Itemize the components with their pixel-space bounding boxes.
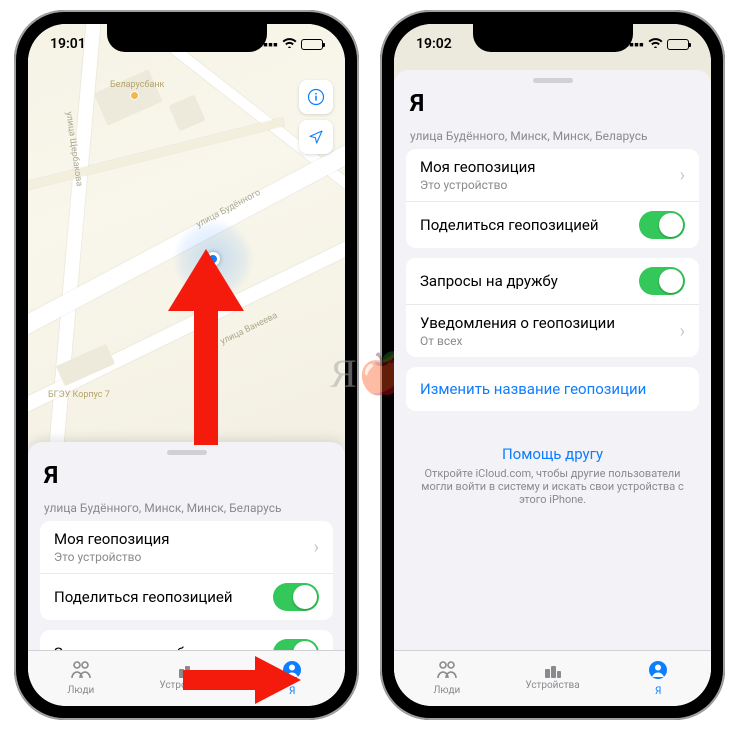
battery-icon	[301, 39, 323, 50]
notch	[107, 24, 267, 52]
screen-right: 19:02 ▪▪▪▪ Я улица Будённого, Минск, Мин…	[394, 24, 711, 706]
tab-devices[interactable]: Устройства	[500, 651, 606, 706]
status-time: 19:02	[416, 36, 452, 52]
settings-card-2: Запросы на дружбу Уведомления о геопозиц…	[406, 258, 699, 357]
settings-card-3: Изменить название геопозиции	[406, 367, 699, 411]
tab-bar: Люди Устройства Я	[394, 650, 711, 706]
map-recenter-button[interactable]	[299, 120, 333, 154]
me-bottom-sheet[interactable]: Я улица Будённого, Минск, Минск, Беларус…	[28, 442, 345, 650]
chevron-right-icon: ›	[680, 321, 685, 342]
tab-label: Я	[655, 686, 661, 697]
phone-right: 19:02 ▪▪▪▪ Я улица Будённого, Минск, Мин…	[380, 10, 725, 720]
share-location-toggle[interactable]	[639, 211, 685, 239]
poi-bank[interactable]	[131, 92, 138, 99]
row-label: Изменить название геопозиции	[420, 380, 646, 398]
me-full-sheet[interactable]: Я улица Будённого, Минск, Минск, Беларус…	[394, 70, 711, 650]
row-friend-requests[interactable]: Запросы на дружбу	[406, 258, 699, 304]
sheet-title: Я	[28, 459, 345, 491]
phone-left: 19:01 ▪▪▪▪ Беларусбанк улица Будённого у…	[14, 10, 359, 720]
row-sub: От всех	[420, 334, 615, 348]
row-label: Поделиться геопозицией	[420, 216, 599, 234]
tab-people[interactable]: Люди	[394, 651, 500, 706]
row-label: Запросы на дружбу	[420, 272, 558, 290]
help-friend-section[interactable]: Помощь другу Откройте iCloud.com, чтобы …	[394, 429, 711, 522]
row-my-location[interactable]: Моя геопозиция Это устройство ›	[406, 149, 699, 201]
row-label: Поделиться геопозицией	[54, 588, 233, 606]
screen-left: 19:01 ▪▪▪▪ Беларусбанк улица Будённого у…	[28, 24, 345, 706]
people-icon	[435, 661, 459, 683]
row-my-location[interactable]: Моя геопозиция Это устройство ›	[40, 521, 333, 573]
row-share-location[interactable]: Поделиться геопозицией	[40, 573, 333, 620]
map-info-button[interactable]	[299, 80, 333, 114]
people-icon	[69, 661, 93, 683]
row-rename-location[interactable]: Изменить название геопозиции	[406, 367, 699, 411]
row-location-notifications[interactable]: Уведомления о геопозиции От всех ›	[406, 304, 699, 357]
tab-label: Люди	[67, 685, 94, 696]
sheet-address: улица Будённого, Минск, Минск, Беларусь	[28, 491, 345, 521]
settings-card-1: Моя геопозиция Это устройство › Поделить…	[406, 149, 699, 248]
row-share-location[interactable]: Поделиться геопозицией	[406, 201, 699, 248]
tutorial-arrow-up	[166, 249, 246, 449]
settings-card-1: Моя геопозиция Это устройство › Поделить…	[40, 521, 333, 620]
chevron-right-icon: ›	[314, 537, 319, 558]
chevron-right-icon: ›	[680, 165, 685, 186]
row-sub: Это устройство	[54, 550, 170, 564]
tab-people[interactable]: Люди	[28, 651, 134, 706]
row-label: Моя геопозиция	[54, 530, 170, 548]
help-desc: Откройте iCloud.com, чтобы другие пользо…	[418, 467, 687, 506]
person-circle-icon	[648, 660, 668, 684]
sheet-handle[interactable]	[533, 78, 573, 83]
wifi-icon	[648, 36, 663, 52]
poi-label-bank: Беларусбанк	[110, 80, 164, 90]
wifi-icon	[282, 36, 297, 52]
row-sub: Это устройство	[420, 178, 536, 192]
row-label: Уведомления о геопозиции	[420, 314, 615, 332]
tab-label: Люди	[433, 685, 460, 696]
devices-icon	[545, 666, 561, 678]
tutorial-arrow-right	[183, 656, 303, 706]
status-time: 19:01	[50, 36, 86, 52]
sheet-title: Я	[394, 87, 711, 119]
bldg-label: БГЭУ Корпус 7	[48, 390, 110, 400]
sheet-address: улица Будённого, Минск, Минск, Беларусь	[394, 119, 711, 149]
battery-icon	[667, 39, 689, 50]
sheet-handle[interactable]	[167, 450, 207, 455]
notch	[473, 24, 633, 52]
row-label: Моя геопозиция	[420, 158, 536, 176]
help-title: Помощь другу	[418, 445, 687, 463]
tab-label: Устройства	[525, 680, 579, 691]
share-location-toggle[interactable]	[273, 583, 319, 611]
tab-me[interactable]: Я	[605, 651, 711, 706]
friend-requests-toggle[interactable]	[639, 267, 685, 295]
